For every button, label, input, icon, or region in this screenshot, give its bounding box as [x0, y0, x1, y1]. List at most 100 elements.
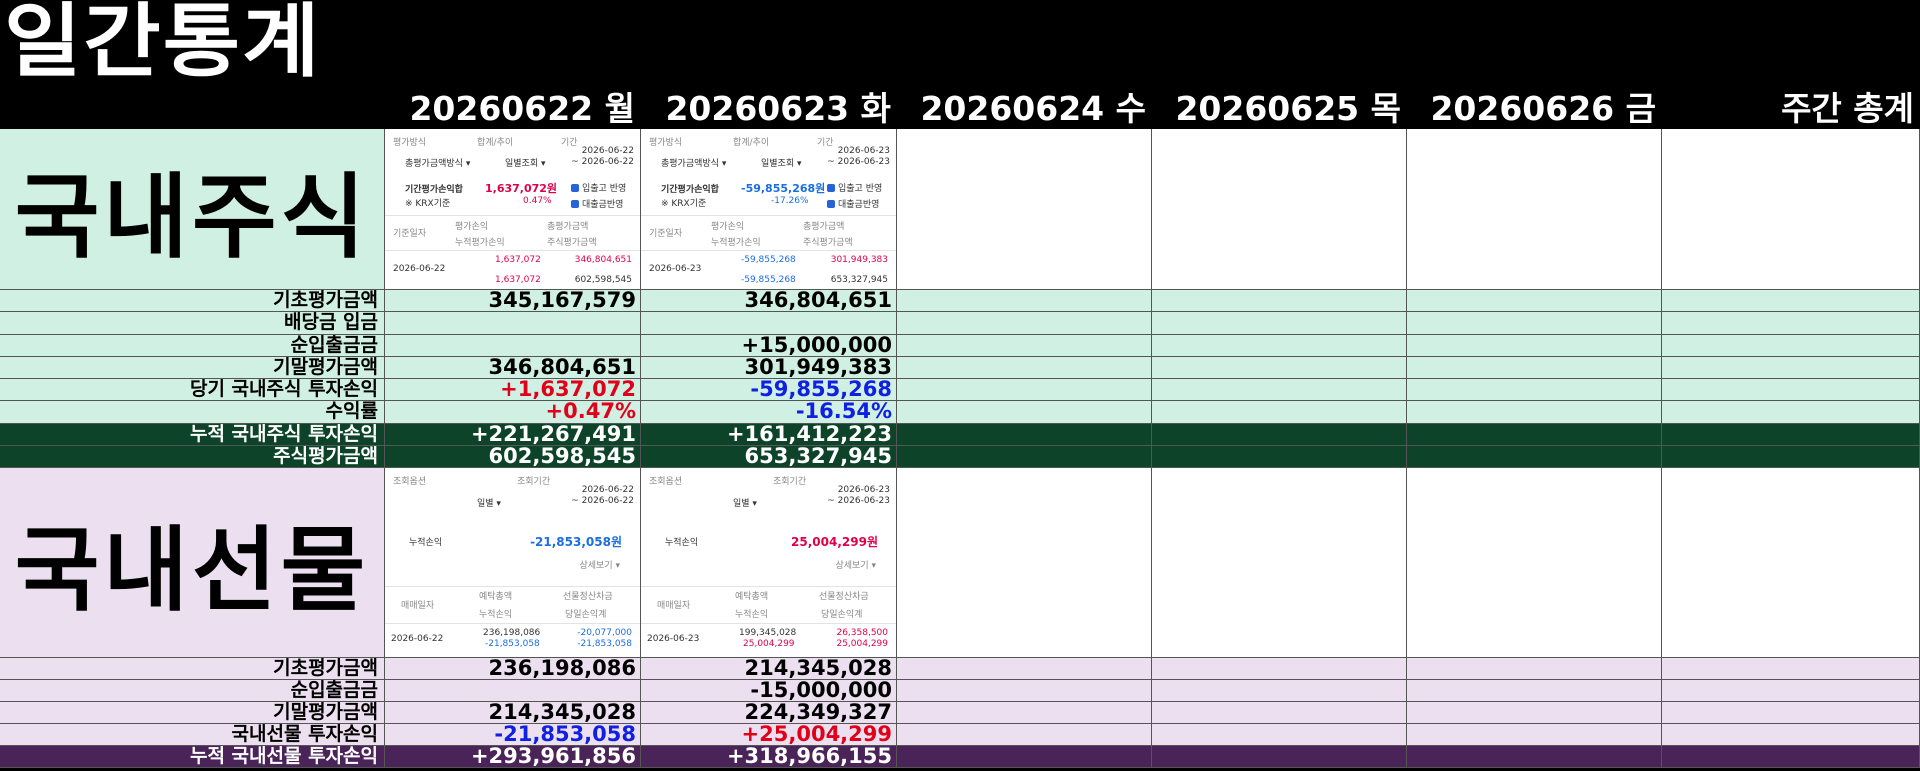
row-value-day2: 653,327,945 [641, 446, 897, 469]
col-head: 당일손익계 [821, 610, 863, 621]
row-empty-cell [1407, 334, 1662, 357]
row-empty-cell [1662, 446, 1920, 469]
row-empty-cell [1662, 379, 1920, 402]
opt-select[interactable]: 일별 ▾ [733, 496, 757, 509]
row-empty-cell [897, 702, 1152, 725]
eval-method-select[interactable]: 총평가금액방식 ▾ [405, 156, 470, 169]
col-head: 주식평가금액 [547, 238, 597, 248]
row-date: 2026-06-22 [393, 264, 446, 274]
row-value-day2: 301,949,383 [641, 356, 897, 380]
row-empty-cell [1662, 290, 1920, 313]
day-header-tue: 20260623 화 [665, 89, 891, 128]
row-label: 누적 국내주식 투자손익 [0, 423, 385, 447]
stocks-row: 배당금 입금 [0, 312, 1920, 335]
futures-section-label: 국내선물 [0, 468, 385, 659]
opt-select[interactable]: 일별 ▾ [477, 496, 501, 509]
period-end: ~ 2026-06-22 [571, 496, 634, 507]
pnl-label: 기간평가손익합 [661, 185, 719, 195]
row-empty-cell [1152, 680, 1407, 703]
row-value-day2: 214,345,028 [641, 658, 897, 681]
row-value: -59,855,268 [741, 255, 796, 265]
row-empty-cell [1407, 423, 1662, 447]
futures-shot-mon: 조회옵션 조회기간 일별 ▾ 2026-06-22 ~ 2026-06-22 누… [385, 468, 641, 659]
cum-value: 25,004,299원 [791, 535, 878, 550]
col-head: 예탁총액 [479, 592, 513, 603]
shot-label: 기간 [817, 138, 834, 148]
opt-check-2[interactable]: 대출금반영 [571, 197, 623, 210]
row-value: 199,345,028 [739, 628, 797, 639]
futures-row: 기초평가금액 236,198,086 214,345,028 [0, 658, 1920, 681]
row-empty-cell [1152, 423, 1407, 447]
row-value: -20,077,000 [577, 628, 632, 639]
period-end: ~ 2026-06-23 [827, 496, 890, 507]
col-head: 누적평가손익 [711, 238, 761, 248]
stats-grid: 국내주식 평가방식 합계/추이 기간 총평가금액방식 ▾ 일별조회 ▾ 2026… [0, 129, 1920, 769]
opt-check-1[interactable]: 입출고 반영 [827, 181, 882, 194]
detail-toggle[interactable]: 상세보기 ▾ [580, 558, 621, 571]
rate-value: -17.26% [771, 196, 809, 206]
row-empty-cell [897, 680, 1152, 703]
row-label: 주식평가금액 [0, 446, 385, 469]
row-empty-cell [1407, 702, 1662, 725]
col-head: 누적평가손익 [455, 238, 505, 248]
row-empty-cell [1152, 356, 1407, 380]
row-empty-cell [1662, 658, 1920, 681]
col-head: 기준일자 [393, 229, 427, 239]
day-header-wed: 20260624 수 [920, 89, 1146, 128]
row-empty-cell [1407, 401, 1662, 424]
shot-label: 조회옵션 [649, 477, 683, 488]
period-end: ~ 2026-06-22 [571, 157, 634, 167]
row-value-day2: -16.54% [641, 401, 897, 424]
futures-shot-fri [1407, 468, 1662, 659]
checkbox-icon [827, 200, 835, 208]
row-empty-cell [1662, 423, 1920, 447]
row-empty-cell [1662, 680, 1920, 703]
stocks-shot-tue: 평가방식 합계/추이 기간 총평가금액방식 ▾ 일별조회 ▾ 2026-06-2… [641, 129, 897, 290]
row-value-day1: 346,804,651 [385, 356, 641, 380]
row-empty-cell [1407, 680, 1662, 703]
period-start: 2026-06-23 [837, 146, 890, 156]
row-value-day2: +15,000,000 [641, 334, 897, 357]
row-empty-cell [1662, 401, 1920, 424]
row-value-day1: +221,267,491 [385, 423, 641, 447]
shot-label: 합계/추이 [733, 138, 770, 148]
sum-select[interactable]: 일별조회 ▾ [505, 156, 546, 169]
futures-shot-wed [897, 468, 1152, 659]
row-empty-cell [1407, 290, 1662, 313]
opt-check-2[interactable]: 대출금반영 [827, 197, 879, 210]
row-empty-cell [1152, 702, 1407, 725]
row-value: 653,327,945 [830, 275, 888, 285]
day-header-week-total: 주간 총계 [1781, 89, 1914, 128]
row-empty-cell [1407, 446, 1662, 469]
opt-check-1[interactable]: 입출고 반영 [571, 181, 626, 194]
krx-note: ※ KRX기준 [405, 199, 451, 209]
eval-method-select[interactable]: 총평가금액방식 ▾ [661, 156, 726, 169]
row-value-day1 [385, 334, 641, 357]
day-header-thu: 20260625 목 [1175, 89, 1401, 128]
detail-toggle[interactable]: 상세보기 ▾ [836, 558, 877, 571]
period-start: 2026-06-22 [581, 146, 634, 156]
col-head: 총평가금액 [547, 222, 589, 232]
row-value-day1: +1,637,072 [385, 379, 641, 402]
row-label: 기초평가금액 [0, 658, 385, 681]
row-empty-cell [1662, 746, 1920, 769]
shot-label: 조회기간 [517, 477, 551, 488]
row-value: -21,853,058 [485, 639, 540, 650]
shot-label: 합계/추이 [477, 138, 514, 148]
row-empty-cell [897, 290, 1152, 313]
stocks-section-label: 국내주식 [0, 129, 385, 290]
futures-row: 순입출금금 -15,000,000 [0, 680, 1920, 703]
futures-shot-tue: 조회옵션 조회기간 일별 ▾ 2026-06-23 ~ 2026-06-23 누… [641, 468, 897, 659]
row-empty-cell [1407, 312, 1662, 335]
row-label: 순입출금금 [0, 334, 385, 357]
row-empty-cell [1407, 379, 1662, 402]
row-empty-cell [1152, 724, 1407, 747]
col-head: 누적손익 [735, 610, 769, 621]
col-head: 예탁총액 [735, 592, 769, 603]
sum-select[interactable]: 일별조회 ▾ [761, 156, 802, 169]
row-empty-cell [1662, 702, 1920, 725]
row-empty-cell [1407, 658, 1662, 681]
stocks-shot-fri [1407, 129, 1662, 290]
col-head: 평가손익 [711, 222, 745, 232]
cum-label: 누적손익 [665, 538, 699, 549]
